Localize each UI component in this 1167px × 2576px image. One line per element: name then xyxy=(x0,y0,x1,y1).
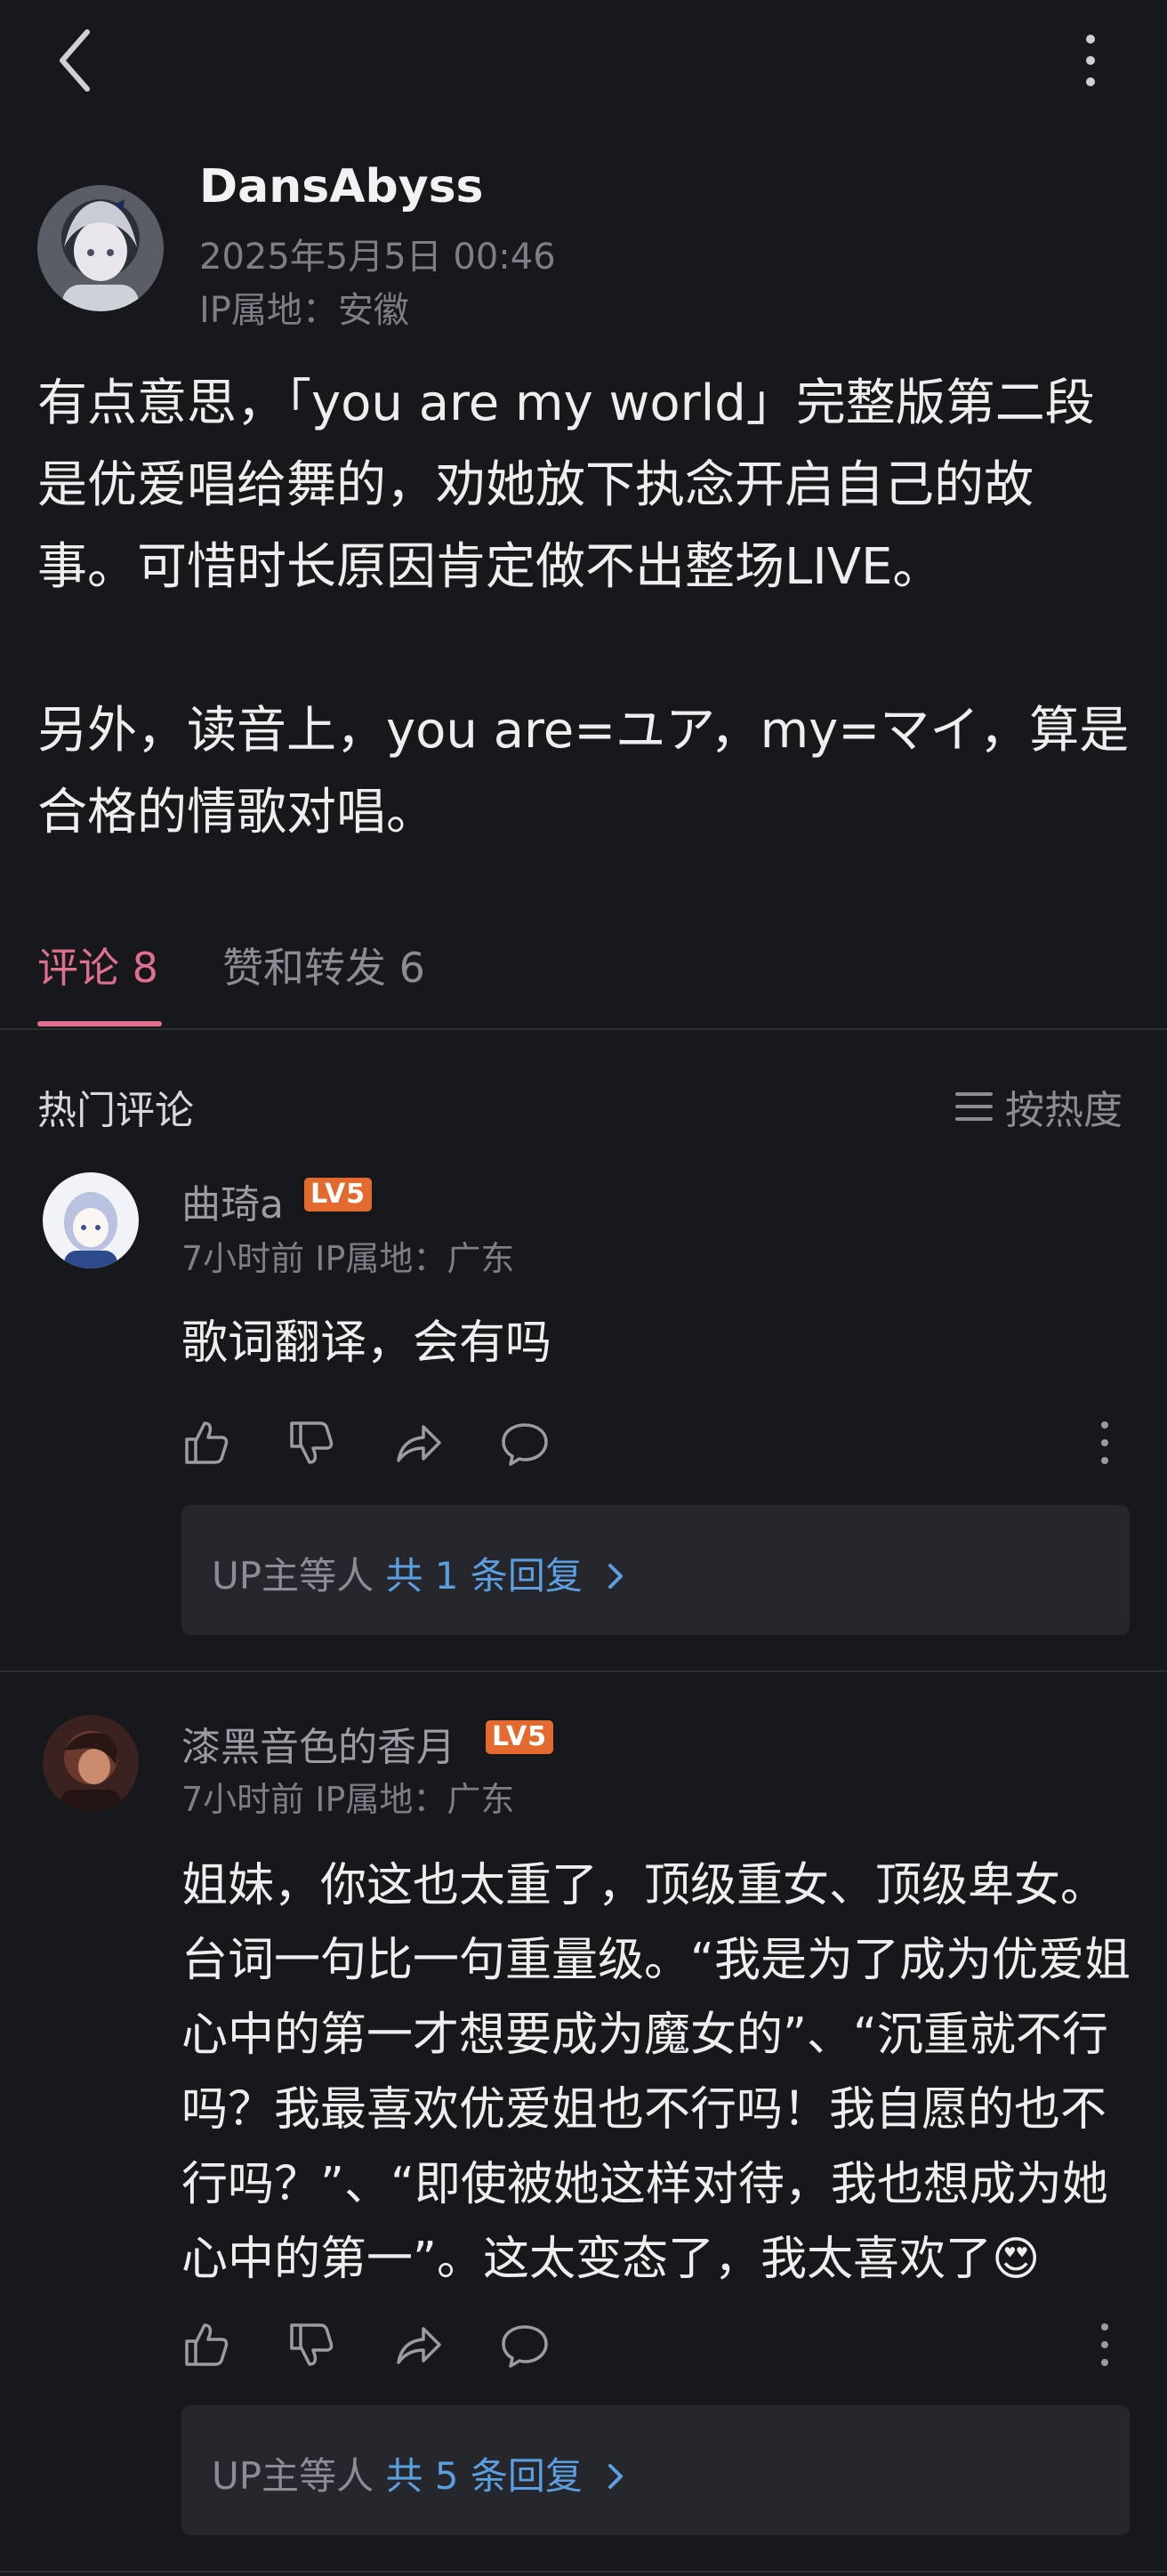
comment-meta: 7小时前 IP属地：广东 xyxy=(181,1239,515,1278)
reply-summary-text: UP主等人 共 5 条回复 xyxy=(212,2446,626,2500)
thumbs-down-icon[interactable] xyxy=(286,1418,336,1468)
back-arrow-icon[interactable] xyxy=(52,25,101,96)
reply-summary-text: UP主等人 共 1 条回复 xyxy=(212,1546,626,1600)
comment-more-icon[interactable] xyxy=(1096,2320,1114,2370)
reply-summary[interactable]: UP主等人 共 1 条回复 xyxy=(181,1505,1130,1635)
author-avatar[interactable] xyxy=(37,185,164,311)
level-badge: LV5 xyxy=(304,1178,372,1212)
sort-label: 按热度 xyxy=(1005,1088,1123,1133)
comment-meta: 7小时前 IP属地：广东 xyxy=(181,1780,515,1819)
reply-prefix: UP主等人 xyxy=(212,2454,374,2498)
thumbs-up-icon[interactable] xyxy=(181,1418,231,1468)
share-icon[interactable] xyxy=(393,1418,443,1468)
post-body: 有点意思，「you are my world」完整版第二段是优爱唱给舞的，劝她放… xyxy=(37,363,1131,854)
post-paragraph: 有点意思，「you are my world」完整版第二段是优爱唱给舞的，劝她放… xyxy=(37,374,1095,596)
post-paragraph: 另外，读音上，you are=ユア，my=マイ，算是合格的情歌对唱。 xyxy=(37,702,1130,841)
author-name[interactable]: DansAbyss xyxy=(199,160,484,213)
section-title: 热门评论 xyxy=(37,1088,194,1133)
divider xyxy=(0,2571,1167,2572)
tab-likes-reposts[interactable]: 赞和转发 6 xyxy=(222,936,425,994)
share-icon[interactable] xyxy=(393,2320,443,2370)
comment-text: 歌词翻译，会有吗 xyxy=(181,1316,552,1370)
comment-more-icon[interactable] xyxy=(1096,1418,1114,1468)
comment-bubble-icon[interactable] xyxy=(500,1418,550,1468)
divider xyxy=(0,1670,1167,1672)
chevron-right-icon xyxy=(608,1564,624,1589)
commenter-name[interactable]: 曲琦a xyxy=(181,1172,284,1229)
reply-summary[interactable]: UP主等人 共 5 条回复 xyxy=(181,2405,1130,2535)
sort-button[interactable]: 按热度 xyxy=(955,1078,1123,1135)
list-sort-icon xyxy=(955,1092,993,1121)
comment-text: 姐妹，你这也太重了，顶级重女、顶级卑女。台词一句比一句重量级。“我是为了成为优爱… xyxy=(181,1859,1131,2286)
view-replies-link[interactable]: 共 5 条回复 xyxy=(385,2454,582,2498)
thumbs-up-icon[interactable] xyxy=(181,2320,231,2370)
thumbs-down-icon[interactable] xyxy=(286,2320,336,2370)
avatar[interactable] xyxy=(43,1715,139,1811)
active-tab-indicator xyxy=(37,1021,162,1026)
reply-prefix: UP主等人 xyxy=(212,1554,374,1598)
view-replies-link[interactable]: 共 1 条回复 xyxy=(385,1554,582,1598)
comment-bubble-icon[interactable] xyxy=(500,2320,550,2370)
chevron-right-icon xyxy=(608,2464,624,2489)
tab-comments[interactable]: 评论 8 xyxy=(37,936,158,994)
commenter-name[interactable]: 漆黑音色的香月 xyxy=(181,1715,455,1772)
post-ip-location: IP属地：安徽 xyxy=(199,290,409,331)
top-bar xyxy=(0,0,1167,125)
avatar[interactable] xyxy=(43,1172,139,1268)
divider xyxy=(0,1028,1167,1030)
more-vertical-icon[interactable] xyxy=(1069,27,1112,98)
level-badge: LV5 xyxy=(486,1720,553,1754)
post-date: 2025年5月5日 00:46 xyxy=(199,237,556,278)
